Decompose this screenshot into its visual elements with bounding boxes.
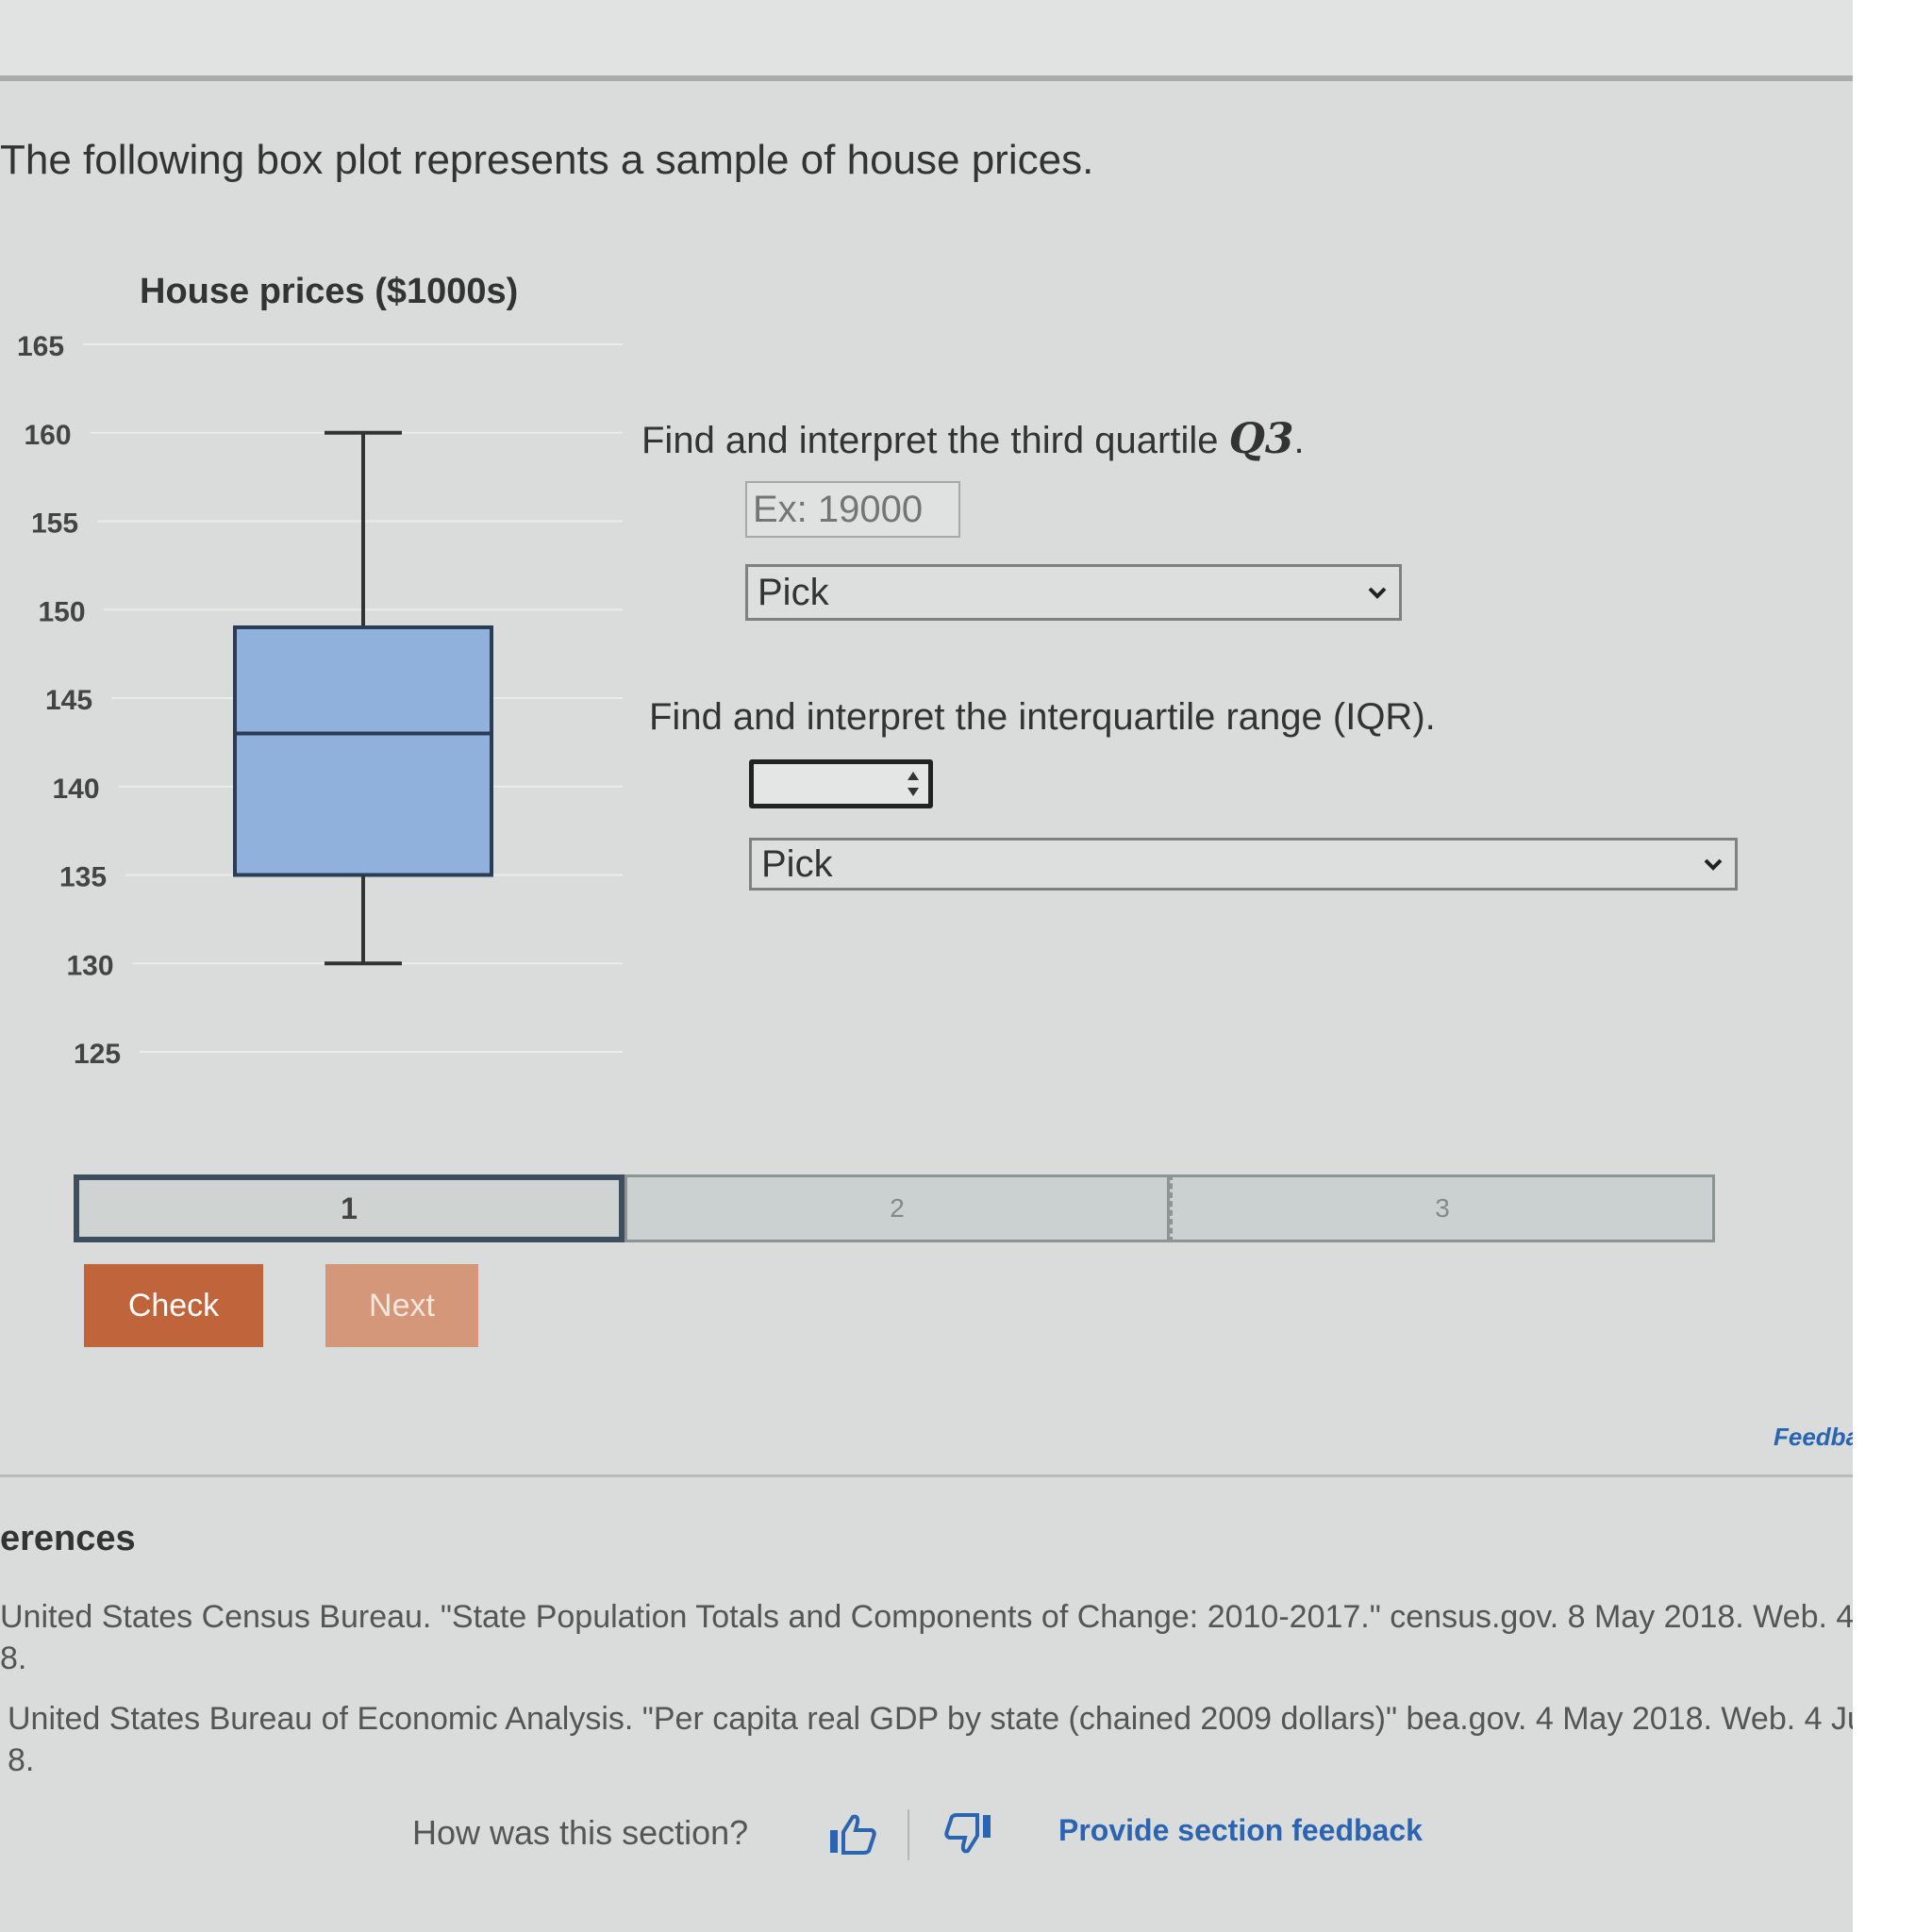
reference-line: 8. <box>0 1641 27 1676</box>
reference-line: 8. <box>8 1742 35 1778</box>
q3-select-label: Pick <box>758 571 829 613</box>
question-progress: 1 2 3 <box>74 1174 1715 1242</box>
y-tick-label: 125 <box>74 1039 121 1070</box>
provide-section-feedback-link[interactable]: Provide section feedback <box>1058 1813 1423 1848</box>
feedback-link[interactable]: Feedba <box>1774 1423 1853 1452</box>
q3-answer-input[interactable] <box>745 481 960 538</box>
references-title: erences <box>0 1519 136 1558</box>
y-tick-label: 155 <box>31 508 78 540</box>
y-tick-label: 130 <box>67 950 114 981</box>
top-bar <box>0 0 1853 81</box>
y-tick-label: 160 <box>25 420 72 451</box>
q3-question-end: . <box>1293 420 1305 461</box>
y-tick-label: 135 <box>59 862 107 893</box>
page-background: The following box plot represents a samp… <box>0 0 1860 1932</box>
reference-line: United States Census Bureau. "State Popu… <box>0 1599 1853 1635</box>
spinner-arrows-icon[interactable] <box>906 770 921 798</box>
q3-question: Find and interpret the third quartile Q3… <box>641 415 1305 463</box>
section-divider <box>0 1474 1853 1477</box>
check-button[interactable]: Check <box>84 1264 263 1347</box>
iqr-box <box>233 625 493 877</box>
y-tick-label: 140 <box>53 774 100 805</box>
chevron-down-icon <box>1368 587 1387 599</box>
y-tick-label: 145 <box>45 685 92 716</box>
box-plot-chart: 165 160 155 150 145 140 135 130 125 <box>17 331 623 1070</box>
progress-step-1[interactable]: 1 <box>74 1174 625 1242</box>
feedback-separator <box>908 1809 909 1860</box>
iqr-question: Find and interpret the interquartile ran… <box>649 696 1436 738</box>
reference-item: United States Census Bureau. "State Popu… <box>0 1596 1853 1679</box>
q3-question-text: Find and interpret the third quartile <box>641 420 1229 461</box>
q3-variable: Q3 <box>1228 415 1294 463</box>
iqr-number-input[interactable] <box>749 759 933 808</box>
y-tick-label: 165 <box>17 331 64 362</box>
reference-line: United States Bureau of Economic Analysi… <box>8 1701 1860 1737</box>
progress-step-2[interactable]: 2 <box>625 1174 1170 1242</box>
thumbs-down-icon[interactable] <box>941 1811 994 1857</box>
iqr-interpretation-select[interactable]: Pick <box>749 838 1738 891</box>
intro-text: The following box plot represents a samp… <box>0 137 1094 183</box>
q3-interpretation-select[interactable]: Pick <box>745 564 1402 621</box>
iqr-select-label: Pick <box>761 842 833 885</box>
thumbs-up-icon[interactable] <box>826 1811 879 1857</box>
next-button[interactable]: Next <box>325 1264 478 1347</box>
y-tick-label: 150 <box>39 596 86 627</box>
progress-step-3[interactable]: 3 <box>1170 1174 1715 1242</box>
section-feedback-question: How was this section? <box>412 1813 749 1852</box>
reference-item: United States Bureau of Economic Analysi… <box>8 1698 1860 1781</box>
chevron-down-icon <box>1704 858 1723 871</box>
right-margin <box>1853 0 1932 1932</box>
